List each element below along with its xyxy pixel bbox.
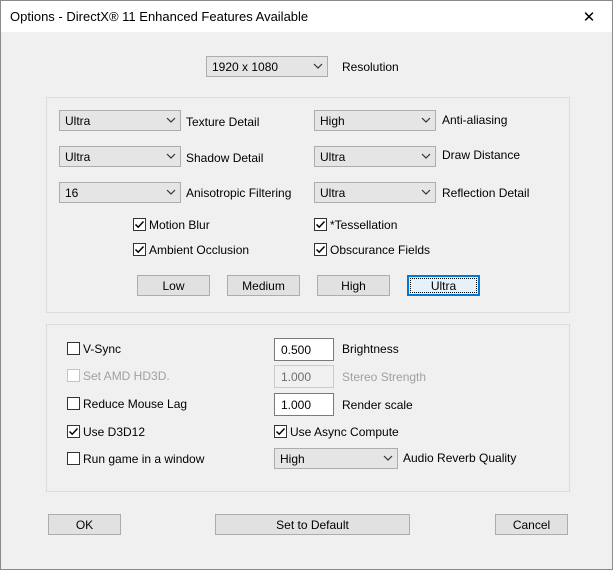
anisotropic-value: 16	[65, 186, 79, 200]
texture-detail-dropdown[interactable]: Ultra	[59, 110, 181, 131]
draw-distance-dropdown[interactable]: Ultra	[314, 146, 436, 167]
check-icon	[68, 427, 79, 436]
chevron-down-icon	[421, 117, 431, 123]
shadow-detail-value: Ultra	[65, 150, 91, 164]
async-compute-label[interactable]: Use Async Compute	[290, 425, 399, 439]
brightness-input[interactable]: 0.500	[274, 338, 334, 361]
shadow-detail-dropdown[interactable]: Ultra	[59, 146, 181, 167]
preset-medium-button[interactable]: Medium	[227, 275, 300, 296]
ambient-occlusion-checkbox[interactable]	[133, 243, 146, 256]
tessellation-label[interactable]: *Tessellation	[330, 218, 397, 232]
chevron-down-icon	[166, 117, 176, 123]
motion-blur-label[interactable]: Motion Blur	[149, 218, 210, 232]
chevron-down-icon	[421, 189, 431, 195]
stereo-strength-input: 1.000	[274, 365, 334, 388]
title-bar[interactable]: Options - DirectX® 11 Enhanced Features …	[1, 1, 612, 32]
close-button[interactable]: ✕	[566, 1, 612, 32]
set-to-default-button[interactable]: Set to Default	[215, 514, 410, 535]
amd-hd3d-checkbox	[67, 369, 80, 382]
check-icon	[134, 245, 145, 254]
draw-distance-value: Ultra	[320, 150, 346, 164]
preset-high-button[interactable]: High	[317, 275, 390, 296]
ok-button[interactable]: OK	[48, 514, 121, 535]
reflection-detail-label: Reflection Detail	[442, 186, 530, 200]
audio-reverb-dropdown[interactable]: High	[274, 448, 398, 469]
obscurance-fields-label[interactable]: Obscurance Fields	[330, 243, 430, 257]
anisotropic-filtering-label: Anisotropic Filtering	[186, 186, 292, 200]
anti-aliasing-value: High	[320, 114, 345, 128]
run-in-window-label[interactable]: Run game in a window	[83, 452, 204, 466]
async-compute-checkbox[interactable]	[274, 425, 287, 438]
anti-aliasing-label: Anti-aliasing	[442, 113, 508, 127]
use-d3d12-label[interactable]: Use D3D12	[83, 425, 145, 439]
chevron-down-icon	[383, 455, 393, 461]
dialog-client: 1920 x 1080 Resolution Ultra Texture Det…	[2, 32, 611, 568]
cancel-button[interactable]: Cancel	[495, 514, 568, 535]
brightness-value: 0.500	[281, 343, 312, 357]
check-icon	[315, 245, 326, 254]
preset-low-button[interactable]: Low	[137, 275, 210, 296]
close-icon: ✕	[582, 8, 596, 26]
chevron-down-icon	[421, 153, 431, 159]
texture-detail-value: Ultra	[65, 114, 91, 128]
options-dialog: Options - DirectX® 11 Enhanced Features …	[0, 0, 613, 570]
vsync-checkbox[interactable]	[67, 342, 80, 355]
anisotropic-filtering-dropdown[interactable]: 16	[59, 182, 181, 203]
amd-hd3d-label: Set AMD HD3D.	[83, 369, 170, 383]
resolution-dropdown[interactable]: 1920 x 1080	[206, 56, 328, 77]
obscurance-fields-checkbox[interactable]	[314, 243, 327, 256]
reduce-mouse-lag-checkbox[interactable]	[67, 397, 80, 410]
motion-blur-checkbox[interactable]	[133, 218, 146, 231]
ambient-occlusion-label[interactable]: Ambient Occlusion	[149, 243, 249, 257]
window-title: Options - DirectX® 11 Enhanced Features …	[10, 9, 309, 24]
audio-reverb-label: Audio Reverb Quality	[403, 451, 517, 465]
render-scale-input[interactable]: 1.000	[274, 393, 334, 416]
reflection-detail-dropdown[interactable]: Ultra	[314, 182, 436, 203]
brightness-label: Brightness	[342, 342, 399, 356]
anti-aliasing-dropdown[interactable]: High	[314, 110, 436, 131]
resolution-value: 1920 x 1080	[212, 60, 279, 74]
preset-ultra-label: Ultra	[430, 278, 457, 293]
chevron-down-icon	[166, 153, 176, 159]
render-scale-label: Render scale	[342, 398, 413, 412]
stereo-strength-value: 1.000	[281, 370, 312, 384]
draw-distance-label: Draw Distance	[442, 148, 521, 162]
check-icon	[315, 220, 326, 229]
reduce-mouse-lag-label[interactable]: Reduce Mouse Lag	[83, 397, 187, 411]
chevron-down-icon	[166, 189, 176, 195]
run-in-window-checkbox[interactable]	[67, 452, 80, 465]
resolution-label: Resolution	[342, 60, 399, 74]
stereo-strength-label: Stereo Strength	[342, 370, 427, 384]
use-d3d12-checkbox[interactable]	[67, 425, 80, 438]
tessellation-checkbox[interactable]	[314, 218, 327, 231]
audio-reverb-value: High	[280, 452, 305, 466]
check-icon	[275, 427, 286, 436]
chevron-down-icon	[313, 63, 323, 69]
preset-ultra-button[interactable]: Ultra	[407, 275, 480, 296]
reflection-detail-value: Ultra	[320, 186, 346, 200]
vsync-label[interactable]: V-Sync	[83, 342, 121, 356]
render-scale-value: 1.000	[281, 398, 312, 412]
shadow-detail-label: Shadow Detail	[186, 151, 264, 165]
check-icon	[134, 220, 145, 229]
texture-detail-label: Texture Detail	[186, 115, 260, 129]
